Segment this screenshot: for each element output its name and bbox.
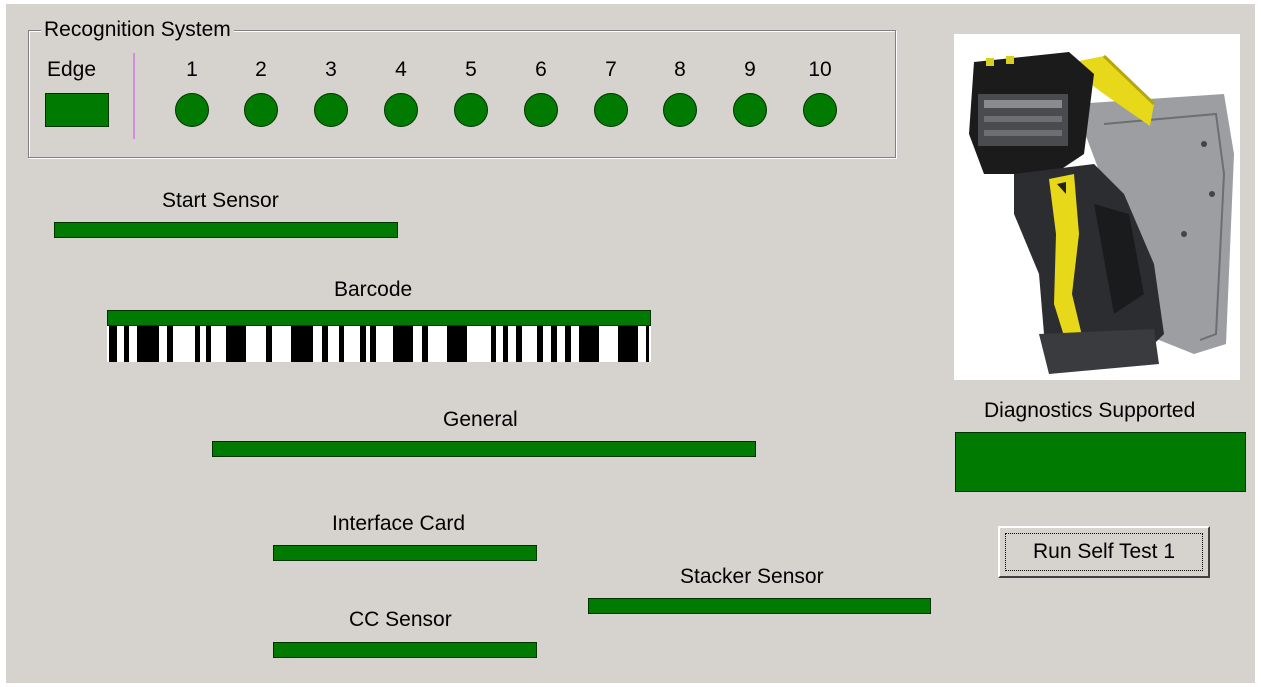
channel-label-7: 7 xyxy=(605,58,617,81)
channel-led-7 xyxy=(594,93,628,127)
edge-label: Edge xyxy=(47,58,97,81)
channel-led-3 xyxy=(314,93,348,127)
diagnostics-indicator xyxy=(955,432,1246,492)
run-self-test-button[interactable]: Run Self Test 1 xyxy=(998,526,1210,578)
channel-label-6: 6 xyxy=(535,58,547,81)
channel-label-8: 8 xyxy=(674,58,686,81)
edge-indicator xyxy=(45,93,109,127)
cc-sensor-label: CC Sensor xyxy=(349,608,452,631)
channel-led-6 xyxy=(524,93,558,127)
channel-label-1: 1 xyxy=(186,58,198,81)
channel-label-5: 5 xyxy=(465,58,477,81)
channel-led-4 xyxy=(384,93,418,127)
channel-label-10: 10 xyxy=(808,58,832,81)
start-sensor-label: Start Sensor xyxy=(162,189,279,212)
channel-label-2: 2 xyxy=(255,58,267,81)
cc-sensor-indicator xyxy=(273,642,537,658)
general-label: General xyxy=(443,408,518,431)
general-indicator xyxy=(212,441,756,457)
channel-led-8 xyxy=(663,93,697,127)
barcode-graphic xyxy=(107,326,651,362)
main-panel: Recognition System Edge 1 2 3 4 5 6 7 8 … xyxy=(6,4,1255,683)
window: Recognition System Edge 1 2 3 4 5 6 7 8 … xyxy=(0,0,1261,687)
interface-card-indicator xyxy=(273,545,537,561)
channel-led-10 xyxy=(803,93,837,127)
interface-card-label: Interface Card xyxy=(332,512,466,535)
stacker-sensor-indicator xyxy=(588,598,931,614)
channel-label-3: 3 xyxy=(325,58,337,81)
channel-led-5 xyxy=(454,93,488,127)
bill-validator-image xyxy=(954,34,1240,380)
group-divider xyxy=(133,53,135,139)
stacker-sensor-label: Stacker Sensor xyxy=(680,565,824,588)
recognition-system-title: Recognition System xyxy=(41,17,234,43)
channel-led-9 xyxy=(733,93,767,127)
start-sensor-indicator xyxy=(54,222,398,238)
channel-label-9: 9 xyxy=(744,58,756,81)
recognition-system-group: Recognition System Edge 1 2 3 4 5 6 7 8 … xyxy=(28,17,896,158)
channel-led-2 xyxy=(244,93,278,127)
barcode-label: Barcode xyxy=(334,278,413,301)
barcode-indicator xyxy=(107,310,651,326)
run-self-test-label: Run Self Test 1 xyxy=(1005,533,1203,571)
channel-label-4: 4 xyxy=(395,58,407,81)
channel-led-1 xyxy=(175,93,209,127)
bill-validator-illustration xyxy=(969,52,1234,374)
diagnostics-label: Diagnostics Supported xyxy=(984,399,1196,422)
